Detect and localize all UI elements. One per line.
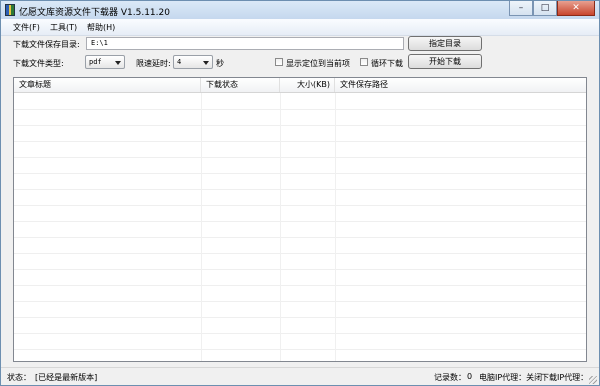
record-count-label: 记录数： — [434, 373, 466, 382]
grid-column-line — [335, 93, 336, 361]
download-list[interactable]: 文章标题 下载状态 大小(KB) 文件保存路径 — [13, 77, 587, 362]
delay-unit-label: 秒 — [216, 59, 224, 68]
loop-download-checkbox[interactable] — [360, 58, 368, 66]
grid-line — [14, 349, 586, 350]
window-title: 亿愿文库资源文件下载器 V1.5.11.20 — [19, 8, 170, 18]
column-header-path[interactable]: 文件保存路径 — [335, 78, 586, 92]
grid-line — [14, 333, 586, 334]
title-bar[interactable]: 亿愿文库资源文件下载器 V1.5.11.20 – □ ✕ — [1, 1, 599, 19]
column-header-size[interactable]: 大小(KB) — [280, 78, 335, 92]
grid-line — [14, 221, 586, 222]
file-type-label: 下载文件类型: — [13, 59, 64, 68]
grid-line — [14, 269, 586, 270]
window-controls: – □ ✕ — [509, 1, 595, 17]
delay-label: 限速延时: — [136, 59, 171, 68]
chevron-down-icon — [203, 61, 209, 65]
grid-line — [14, 253, 586, 254]
file-type-value: pdf — [89, 58, 102, 66]
close-button[interactable]: ✕ — [557, 1, 595, 16]
status-label: 状态： — [7, 373, 31, 382]
resize-grip-icon[interactable] — [589, 376, 597, 384]
app-window: 亿愿文库资源文件下载器 V1.5.11.20 – □ ✕ 文件(F) 工具(T)… — [0, 0, 600, 386]
menu-tools[interactable]: 工具(T) — [50, 22, 77, 33]
grid-line — [14, 109, 586, 110]
status-bar: 状态： [已经是最新版本] 记录数： 0 电脑IP代理：关闭 下载IP代理： — [1, 367, 599, 385]
grid-line — [14, 173, 586, 174]
show-current-label: 显示定位到当前项 — [286, 59, 350, 68]
minimize-button[interactable]: – — [509, 1, 533, 16]
column-header-status[interactable]: 下载状态 — [201, 78, 280, 92]
file-type-select[interactable]: pdf — [85, 55, 125, 69]
menu-file[interactable]: 文件(F) — [13, 22, 40, 33]
grid-line — [14, 285, 586, 286]
menu-help[interactable]: 帮助(H) — [87, 22, 115, 33]
list-header: 文章标题 下载状态 大小(KB) 文件保存路径 — [14, 78, 586, 93]
choose-dir-button[interactable]: 指定目录 — [408, 36, 482, 51]
status-value: [已经是最新版本] — [35, 373, 98, 382]
grid-column-line — [280, 93, 281, 361]
delay-select[interactable]: 4 — [173, 55, 213, 69]
grid-line — [14, 205, 586, 206]
grid-line — [14, 317, 586, 318]
chevron-down-icon — [115, 61, 121, 65]
grid-line — [14, 141, 586, 142]
grid-line — [14, 301, 586, 302]
grid-column-line — [201, 93, 202, 361]
grid-line — [14, 189, 586, 190]
save-dir-label: 下载文件保存目录: — [13, 40, 80, 49]
record-count-value: 0 — [467, 372, 473, 381]
save-dir-input[interactable]: E:\1 — [86, 37, 404, 50]
loop-download-label: 循环下载 — [371, 59, 403, 68]
maximize-button[interactable]: □ — [533, 1, 557, 16]
grid-line — [14, 237, 586, 238]
delay-value: 4 — [177, 58, 182, 66]
download-proxy-status: 下载IP代理： — [541, 373, 589, 382]
show-current-checkbox[interactable] — [275, 58, 283, 66]
pc-proxy-status: 电脑IP代理：关闭 — [479, 373, 543, 382]
grid-line — [14, 157, 586, 158]
start-download-button[interactable]: 开始下载 — [408, 54, 482, 69]
grid-line — [14, 125, 586, 126]
column-header-title[interactable]: 文章标题 — [14, 78, 201, 92]
menu-bar: 文件(F) 工具(T) 帮助(H) — [1, 19, 599, 36]
app-icon — [5, 4, 15, 16]
